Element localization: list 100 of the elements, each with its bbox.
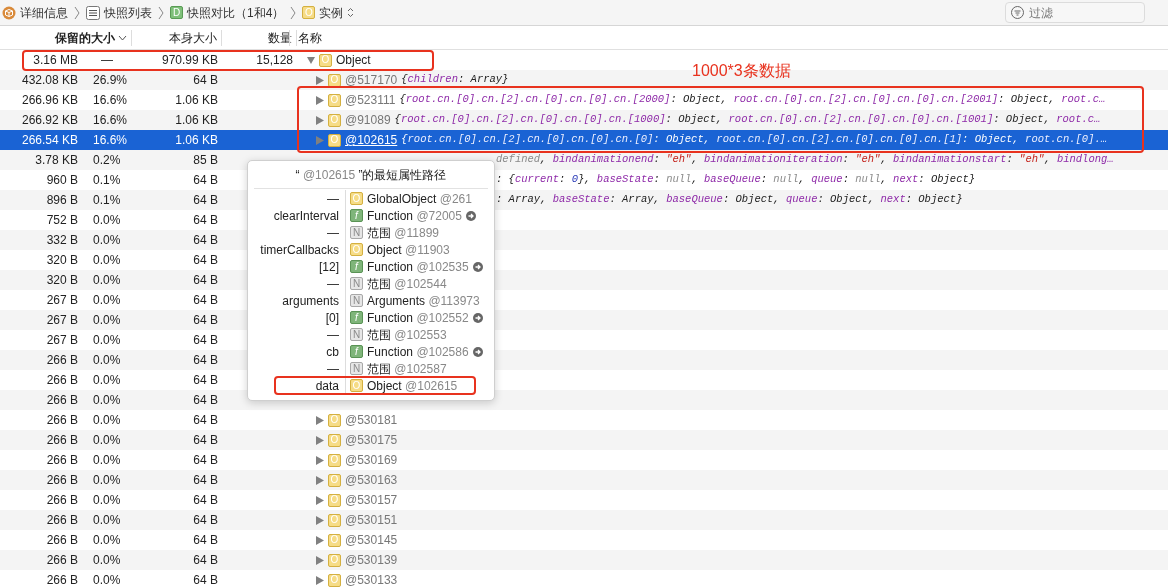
type-badge: O [328, 493, 341, 507]
object-preview: {root.cn.[0].cn.[2].cn.[0].cn.[0].cn.[1000]: Object, root.cn.[0].cn.[2].cn.[0].cn.[0].cn.[1001]: Object, root.c… [394, 112, 1101, 128]
object-preview: {children: Array} [401, 72, 509, 88]
object-preview: defined, bindanimationend: "eh", bindanimationiteration: "eh", bindanimationstart: "eh", bindlong… [496, 152, 1114, 168]
table-cell-text: 64 B [192, 332, 219, 349]
table-cell-text: 64 B [192, 392, 219, 409]
type-badge: O [328, 453, 341, 467]
property-label: — [327, 275, 339, 293]
table-cell-text: 267 B [45, 312, 79, 329]
table-cell-text: 64 B [192, 272, 219, 289]
table-cell-text: 432.08 KB [20, 72, 79, 89]
type-badge: O [328, 553, 341, 567]
table-cell-text: 266 B [45, 472, 79, 489]
path-entry-label: Function @72005 [367, 207, 462, 225]
type-badge: O [328, 473, 341, 487]
table-cell-text: 16.6% [92, 132, 129, 149]
type-badge: O [350, 192, 363, 205]
type-badge: N [350, 277, 363, 290]
table-cell-text: 0.0% [92, 252, 122, 269]
table-cell-text: 26.9% [92, 72, 129, 89]
table-cell-text: 0.0% [92, 552, 122, 569]
type-badge: O [302, 6, 316, 19]
table-cell-text: 0.0% [92, 332, 122, 349]
type-badge: f [350, 345, 363, 358]
table-cell-text: 0.0% [92, 232, 122, 249]
table-cell-text: 266 B [45, 512, 79, 529]
table-cell-text: 64 B [192, 572, 219, 588]
type-badge: f [350, 209, 363, 222]
table-cell-text: 0.0% [92, 412, 122, 429]
table-cell-text: 266 B [45, 492, 79, 509]
path-entry-label: Arguments @113973 [367, 292, 480, 310]
type-badge: f [350, 260, 363, 273]
object-preview: : {current: 0}, baseState: null, baseQueue: null, queue: null, next: Object} [496, 172, 976, 188]
property-label: — [327, 190, 339, 208]
type-badge: O [319, 53, 332, 67]
type-badge: N [350, 226, 363, 239]
path-entry-label: Function @102552 [367, 309, 469, 327]
type-badge: O [328, 573, 341, 587]
table-cell-text: 896 B [45, 192, 79, 209]
type-badge: O [328, 93, 341, 107]
object-preview: {root.cn.[0].cn.[2].cn.[0].cn.[0].cn.[0]: Object, root.cn.[0].cn.[2].cn.[0].cn.[0].cn.[1]: Object, root.cn.[0].… [401, 132, 1108, 148]
table-cell-text: 3.16 MB [32, 52, 79, 69]
table-cell-text: 16.6% [92, 92, 129, 109]
type-badge: O [328, 513, 341, 527]
path-entry-label: 范围 @102544 [367, 275, 447, 293]
table-cell-text: 0.0% [92, 492, 122, 509]
object-id: @517170 [345, 72, 398, 89]
type-badge: f [350, 311, 363, 324]
property-label: clearInterval [273, 207, 339, 225]
object-id: @91089 [345, 112, 391, 129]
table-cell-text: 64 B [192, 372, 219, 389]
table-cell-text: 266.54 KB [20, 132, 79, 149]
table-cell-text: 0.0% [92, 392, 122, 409]
type-badge: O [328, 73, 341, 87]
table-cell-text: 267 B [45, 332, 79, 349]
table-cell-text: 266 B [45, 372, 79, 389]
type-badge: O [328, 133, 341, 147]
table-cell-text: 0.1% [92, 172, 122, 189]
table-cell-text: 266 B [45, 452, 79, 469]
table-cell-text: 64 B [192, 252, 219, 269]
table-cell-text: 3.78 KB [34, 152, 79, 169]
table-cell-text: 0.0% [92, 572, 122, 588]
object-id: @530175 [345, 432, 398, 449]
object-id: @523111 [345, 92, 396, 109]
table-cell-text: 0.2% [92, 152, 122, 169]
table-cell-text: 320 B [45, 252, 79, 269]
property-label: arguments [282, 292, 339, 310]
table-cell-text: 0.0% [92, 312, 122, 329]
object-preview: : Array, baseState: Array, baseQueue: Object, queue: Object, next: Object} [496, 192, 963, 208]
table-cell-text: 64 B [192, 552, 219, 569]
table-cell-text: 64 B [192, 352, 219, 369]
object-name: Object [336, 52, 371, 69]
table-cell-text: — [100, 52, 114, 69]
table-cell-text: 0.0% [92, 272, 122, 289]
table-cell-text: 64 B [192, 492, 219, 509]
table-cell-text: 0.1% [92, 192, 122, 209]
table-cell-text: 332 B [45, 232, 79, 249]
object-id: @530151 [345, 512, 398, 529]
table-cell-text: 64 B [192, 192, 219, 209]
type-badge: N [350, 328, 363, 341]
type-badge: O [350, 379, 363, 392]
table-cell-text: 64 B [192, 72, 219, 89]
object-id: @530169 [345, 452, 398, 469]
table-cell-text: 266.92 KB [20, 112, 79, 129]
table-cell-text: 1.06 KB [174, 112, 219, 129]
table-cell-text: 266 B [45, 352, 79, 369]
type-badge: O [328, 533, 341, 547]
object-id: @530145 [345, 532, 398, 549]
table-cell-text: 16.6% [92, 112, 129, 129]
table-cell-text: 15,128 [255, 52, 294, 69]
type-badge: O [350, 243, 363, 256]
table-cell-text: 266 B [45, 552, 79, 569]
table-cell-text: 0.0% [92, 352, 122, 369]
table-cell-text: 64 B [192, 472, 219, 489]
table-cell-text: 320 B [45, 272, 79, 289]
table-cell-text: 266.96 KB [20, 92, 79, 109]
table-cell-text: 85 B [192, 152, 219, 169]
table-cell-text: 64 B [192, 232, 219, 249]
table-cell-text: 0.0% [92, 372, 122, 389]
table-cell-text: 64 B [192, 212, 219, 229]
